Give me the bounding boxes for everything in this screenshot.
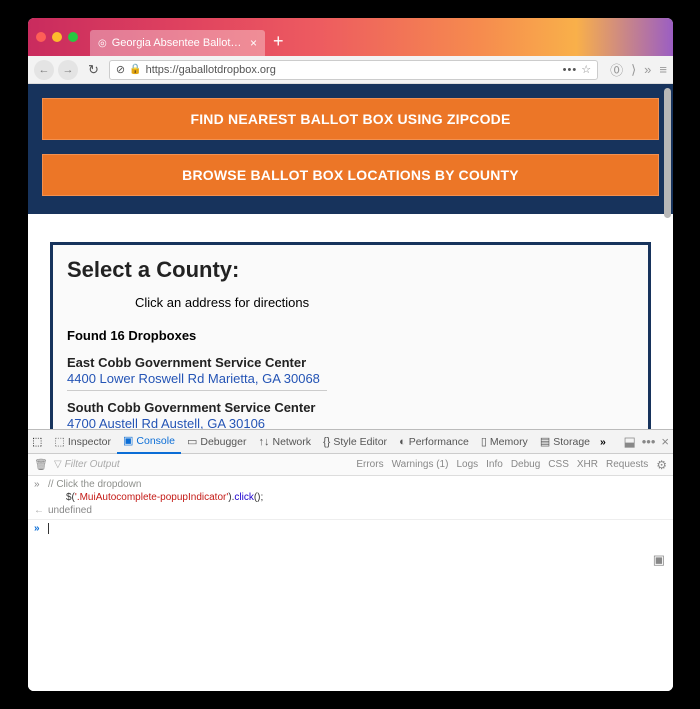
console-input[interactable] — [48, 523, 667, 534]
window-controls — [36, 32, 78, 42]
tab-bar: ◎ Georgia Absentee Ballot Dropb × + — [28, 18, 673, 56]
devtools-tab-debugger[interactable]: ▭Debugger — [181, 430, 253, 454]
lock-icon: 🔒 — [129, 64, 141, 75]
devtools-tab-performance[interactable]: ◐Performance — [393, 430, 475, 454]
filter-requests[interactable]: Requests — [606, 459, 648, 470]
filter-css[interactable]: CSS — [548, 459, 569, 470]
devtools-options-icon[interactable]: ••• — [642, 434, 656, 450]
overflow-icon[interactable]: » — [644, 62, 651, 77]
console-filter-bar: 🗑 ▽ Filter Output Errors Warnings (1) Lo… — [28, 454, 673, 476]
devtools-tab-network[interactable]: ↑↓Network — [252, 430, 317, 454]
console-code: $('.MuiAutocomplete-popupIndicator').cli… — [48, 492, 667, 503]
devtools-tab-console[interactable]: ▣Console — [117, 430, 181, 454]
filter-info[interactable]: Info — [486, 459, 503, 470]
tab-favicon-icon: ◎ — [98, 38, 107, 49]
page-scrollbar[interactable] — [664, 88, 671, 218]
location-name: South Cobb Government Service Center — [67, 400, 634, 415]
debugger-icon: ▭ — [187, 435, 197, 448]
card-title: Select a County: — [67, 257, 634, 283]
filter-xhr[interactable]: XHR — [577, 459, 598, 470]
console-comment: // Click the dropdown — [48, 479, 667, 490]
forward-button[interactable]: → — [58, 60, 78, 80]
devtools-panel: ⬚ ⬚Inspector ▣Console ▭Debugger ↑↓Networ… — [28, 429, 673, 691]
url-actions-icon[interactable]: ••• — [563, 64, 578, 76]
reader-icon[interactable]: ⓪ — [610, 60, 623, 79]
inspector-icon: ⬚ — [54, 435, 64, 448]
style-icon: {} — [323, 436, 330, 448]
devtools-tab-storage[interactable]: ▤Storage — [534, 430, 596, 454]
banner: FIND NEAREST BALLOT BOX USING ZIPCODE BR… — [28, 84, 673, 214]
prompt-chevron-icon: » — [34, 523, 48, 534]
gear-icon[interactable]: ⚙ — [656, 458, 667, 472]
page-content: FIND NEAREST BALLOT BOX USING ZIPCODE BR… — [28, 84, 673, 429]
browse-by-county-button[interactable]: BROWSE BALLOT BOX LOCATIONS BY COUNTY — [42, 154, 659, 196]
tab-close-icon[interactable]: × — [250, 36, 257, 50]
new-tab-button[interactable]: + — [273, 31, 284, 52]
location-item: South Cobb Government Service Center 470… — [67, 400, 634, 429]
filter-warnings[interactable]: Warnings (1) — [392, 459, 449, 470]
maximize-window-button[interactable] — [68, 32, 78, 42]
find-by-zipcode-button[interactable]: FIND NEAREST BALLOT BOX USING ZIPCODE — [42, 98, 659, 140]
perf-icon: ◐ — [399, 436, 406, 448]
location-item: East Cobb Government Service Center 4400… — [67, 355, 634, 397]
filter-input[interactable]: Filter Output — [65, 459, 120, 470]
memory-icon: ▯ — [481, 435, 487, 448]
close-window-button[interactable] — [36, 32, 46, 42]
devtools-more-tabs[interactable]: » — [600, 436, 606, 448]
minimize-window-button[interactable] — [52, 32, 62, 42]
clear-console-icon[interactable]: 🗑 — [34, 458, 48, 471]
devtools-close-icon[interactable]: × — [661, 434, 669, 450]
url-text: https://gaballotdropbox.org — [146, 64, 276, 76]
county-card: Select a County: Click an address for di… — [50, 242, 651, 429]
browser-window: ◎ Georgia Absentee Ballot Dropb × + ← → … — [28, 18, 673, 691]
devtools-dock-icon[interactable]: ⬓ — [623, 434, 635, 450]
tab-title: Georgia Absentee Ballot Dropb — [112, 37, 244, 49]
save-icon[interactable]: ⟩ — [631, 62, 636, 78]
devtools-tab-inspector[interactable]: ⬚Inspector — [48, 430, 117, 454]
browser-tab[interactable]: ◎ Georgia Absentee Ballot Dropb × — [90, 30, 265, 56]
input-chevron-icon: » — [34, 479, 48, 490]
location-address-link[interactable]: 4400 Lower Roswell Rd Marietta, GA 30068 — [67, 371, 327, 391]
devtools-tab-style[interactable]: {}Style Editor — [317, 430, 393, 454]
devtools-tab-memory[interactable]: ▯Memory — [475, 430, 534, 454]
network-icon: ↑↓ — [258, 436, 269, 448]
bookmark-icon[interactable]: ☆ — [581, 63, 591, 76]
filter-debug[interactable]: Debug — [511, 459, 540, 470]
inspect-icon[interactable]: ⬚ — [32, 435, 42, 448]
content-area: Type or Select Cobb County ▲ Chattooga C… — [28, 214, 673, 429]
filter-icon: ▽ — [54, 459, 62, 470]
filter-logs[interactable]: Logs — [456, 459, 478, 470]
shield-icon: ⊘ — [116, 63, 125, 76]
filter-errors[interactable]: Errors — [356, 459, 383, 470]
url-bar[interactable]: ⊘ 🔒 https://gaballotdropbox.org ••• ☆ — [109, 60, 598, 80]
toolbar: ← → ↻ ⊘ 🔒 https://gaballotdropbox.org ••… — [28, 56, 673, 84]
console-output: » // Click the dropdown $('.MuiAutocompl… — [28, 476, 673, 691]
console-icon: ▣ — [123, 434, 133, 447]
found-count: Found 16 Dropboxes — [67, 328, 634, 343]
back-button[interactable]: ← — [34, 60, 54, 80]
location-address-link[interactable]: 4700 Austell Rd Austell, GA 30106 — [67, 416, 327, 429]
split-console-icon[interactable]: ▣ — [653, 552, 665, 568]
reload-button[interactable]: ↻ — [88, 62, 99, 78]
card-hint: Click an address for directions — [135, 295, 634, 310]
storage-icon: ▤ — [540, 435, 550, 448]
location-name: East Cobb Government Service Center — [67, 355, 634, 370]
menu-icon[interactable]: ≡ — [659, 62, 667, 77]
console-result: undefined — [48, 505, 667, 516]
devtools-tabs: ⬚ ⬚Inspector ▣Console ▭Debugger ↑↓Networ… — [28, 430, 673, 454]
output-arrow-icon: ← — [34, 505, 48, 516]
